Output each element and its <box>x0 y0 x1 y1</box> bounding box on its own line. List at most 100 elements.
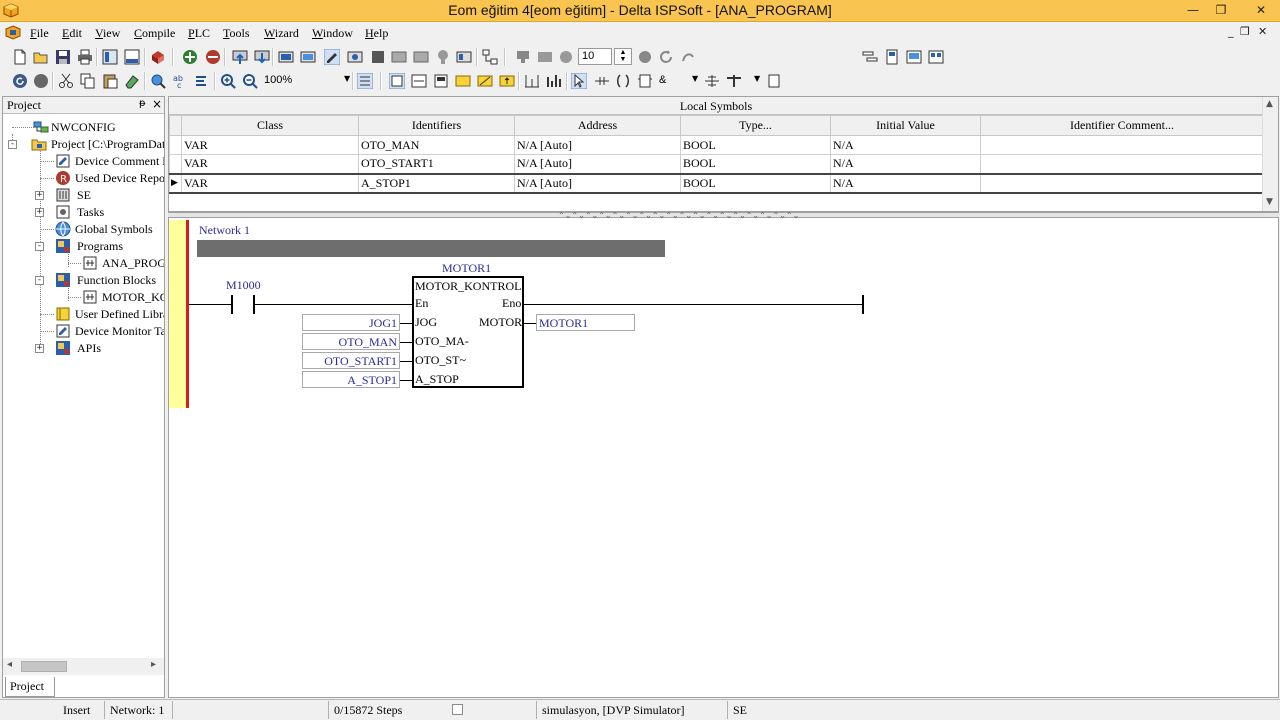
mdi-restore-button[interactable]: ❐ <box>1240 25 1250 38</box>
table-cell[interactable]: N/A [Auto] <box>514 172 681 194</box>
column-header-type[interactable]: Type... <box>680 115 831 136</box>
comment-toggle-icon[interactable] <box>357 73 373 89</box>
input-var-oto-man[interactable]: OTO_MAN <box>302 333 400 350</box>
find-icon[interactable] <box>150 73 166 89</box>
scroll-thumb[interactable] <box>21 661 67 672</box>
table-row-selected[interactable]: ▶ VAR A_STOP1 N/A [Auto] BOOL N/A <box>169 172 1264 194</box>
connect-down-icon[interactable] <box>726 73 742 89</box>
contact-no-icon[interactable] <box>455 73 471 89</box>
bracket-icon[interactable] <box>766 73 782 89</box>
library-icon[interactable] <box>150 49 166 65</box>
parallel-icon[interactable] <box>546 73 562 89</box>
table-cell[interactable]: OTO_START1 <box>358 154 515 174</box>
save-icon[interactable] <box>55 49 71 65</box>
table-row[interactable]: VAR OTO_START1 N/A [Auto] BOOL N/A <box>169 154 1264 174</box>
breakpoint-icon[interactable] <box>515 49 531 65</box>
menu-compile[interactable]: Compile <box>134 26 175 41</box>
table-cell[interactable]: BOOL <box>680 154 831 174</box>
menu-edit[interactable]: Edit <box>62 26 82 41</box>
contact-left-bar[interactable] <box>231 295 233 314</box>
table-cell[interactable]: VAR <box>181 135 359 155</box>
close-button[interactable]: ✕ <box>1242 0 1280 20</box>
column-header-class[interactable]: Class <box>181 115 359 136</box>
function-block-tool-icon[interactable] <box>637 73 653 89</box>
table-cell[interactable]: N/A <box>830 135 981 155</box>
table-cell[interactable]: BOOL <box>680 172 831 194</box>
scan-icon[interactable] <box>558 49 574 65</box>
input-var-a-stop[interactable]: A_STOP1 <box>302 371 400 388</box>
table-cell[interactable] <box>980 154 1264 174</box>
column-header-identifier-comment[interactable]: Identifier Comment... <box>980 115 1264 136</box>
table-cell[interactable]: A_STOP1 <box>358 172 515 194</box>
branch-icon[interactable] <box>704 73 720 89</box>
collapse-icon[interactable]: - <box>8 140 17 149</box>
compile-icon[interactable] <box>182 49 198 65</box>
table-row[interactable]: VAR OTO_MAN N/A [Auto] BOOL N/A <box>169 135 1264 155</box>
copy-icon[interactable] <box>80 73 96 89</box>
paste-icon[interactable] <box>102 73 118 89</box>
zoom-dropdown-icon[interactable]: ▼ <box>344 74 350 83</box>
table-cell[interactable]: N/A [Auto] <box>514 154 681 174</box>
row-marker[interactable] <box>169 154 182 174</box>
and-block-icon[interactable]: & <box>659 74 666 86</box>
menu-help[interactable]: Help <box>365 26 388 41</box>
scroll-left-icon[interactable]: ◂ <box>7 659 12 670</box>
connect-dropdown-icon[interactable]: ▼ <box>754 74 760 83</box>
menu-tools[interactable]: Tools <box>223 26 250 41</box>
vertical-line-icon[interactable] <box>524 73 540 89</box>
row-marker-arrow[interactable]: ▶ <box>169 172 182 194</box>
stop-edit-icon[interactable] <box>413 49 429 65</box>
table-cell[interactable] <box>980 172 1264 194</box>
logic-dropdown-icon[interactable]: ▼ <box>692 74 698 83</box>
output-window-icon[interactable] <box>124 49 140 65</box>
expand-icon[interactable]: + <box>35 344 44 353</box>
collapse-icon[interactable]: - <box>35 276 44 285</box>
scroll-up-icon[interactable]: ▲ <box>1266 99 1273 109</box>
online-mode-icon[interactable] <box>278 49 294 65</box>
cut-icon[interactable] <box>58 73 74 89</box>
menu-file[interactable]: File <box>30 26 49 41</box>
menu-window[interactable]: Window <box>312 26 353 41</box>
input-var-jog[interactable]: JOG1 <box>302 314 400 331</box>
network-icon[interactable] <box>482 49 498 65</box>
minimize-button[interactable]: — <box>1178 0 1208 20</box>
upload-icon[interactable] <box>232 49 248 65</box>
download-icon[interactable] <box>254 49 270 65</box>
table-cell[interactable]: VAR <box>181 154 359 174</box>
print-icon[interactable] <box>77 49 93 65</box>
restore-button[interactable]: ❐ <box>1206 0 1236 20</box>
column-header-identifiers[interactable]: Identifiers <box>358 115 515 136</box>
table-cell[interactable]: N/A <box>830 172 981 194</box>
refresh-project-icon[interactable] <box>12 73 28 89</box>
contact-rising-icon[interactable] <box>499 73 515 89</box>
contact-nc-icon[interactable] <box>477 73 493 89</box>
stop-monitor-icon[interactable] <box>391 49 407 65</box>
layout-icon-4[interactable] <box>928 49 944 65</box>
scroll-down-icon[interactable]: ▼ <box>1266 197 1273 207</box>
scan-count-spinner[interactable]: ▲ ▼ <box>614 48 632 65</box>
menu-plc[interactable]: PLC <box>188 26 210 41</box>
table-cell[interactable] <box>980 135 1264 155</box>
select-pointer-icon[interactable] <box>571 73 587 89</box>
table-cell[interactable]: OTO_MAN <box>358 135 515 155</box>
table-cell[interactable]: N/A [Auto] <box>514 135 681 155</box>
collapse-icon[interactable]: - <box>35 242 44 251</box>
open-folder-icon[interactable] <box>33 49 49 65</box>
tab-project[interactable]: Project <box>5 677 55 697</box>
document-system-menu-icon[interactable] <box>5 25 21 40</box>
pin-icon[interactable]: ᵽ <box>139 98 146 109</box>
motor-kontrol-function-block[interactable]: MOTOR_KONTROL En JOG OTO_MA- OTO_ST~ A_S… <box>412 276 524 388</box>
replace-icon[interactable]: abc <box>172 73 188 89</box>
plc-stop-icon[interactable] <box>370 49 386 65</box>
column-header-initial-value[interactable]: Initial Value <box>830 115 981 136</box>
plc-run-icon[interactable] <box>324 49 340 65</box>
contact-label[interactable]: M1000 <box>226 278 261 293</box>
mdi-minimize-button[interactable]: _ <box>1228 25 1234 38</box>
stop-compile-icon[interactable] <box>205 49 221 65</box>
ladder-editor[interactable]: Network 1 M1000 MOTOR1 MOTOR_KONTROL En … <box>168 218 1279 698</box>
symbols-vertical-scrollbar[interactable]: ▲ ▼ <box>1262 97 1278 211</box>
scan-count-field[interactable]: 10 <box>578 48 612 65</box>
stop-icon[interactable] <box>33 73 49 89</box>
column-header-address[interactable]: Address <box>514 115 681 136</box>
input-var-oto-start[interactable]: OTO_START1 <box>302 352 400 369</box>
